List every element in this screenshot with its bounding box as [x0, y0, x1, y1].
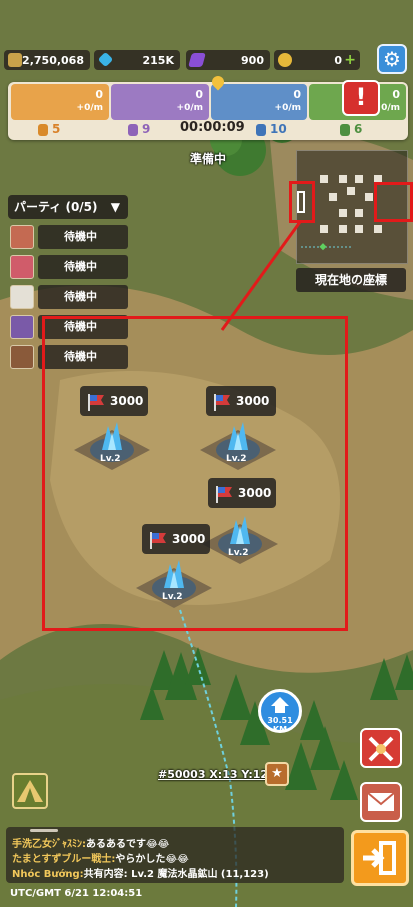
swords-icon [8, 53, 22, 67]
mine-flag-value: 3000 [236, 394, 270, 408]
mine-level: Lv.2 [226, 454, 247, 464]
chat-text: やらかした😂😂 [115, 854, 189, 865]
flag-icon [148, 530, 168, 549]
party-dropdown[interactable]: パーティ (0/5) ▼ [8, 195, 128, 219]
coin-icon [278, 53, 292, 67]
exit-button[interactable] [351, 830, 409, 886]
crystal-mine-icon [74, 422, 150, 470]
crystal-mine-icon [200, 422, 276, 470]
settings-button[interactable]: ⚙ [377, 44, 407, 74]
server-time: UTC/GMT 6/21 12:04:51 [10, 888, 143, 899]
chat-sender: たまとすずブルー戦士: [12, 854, 116, 865]
team-orange: 0 +0/m [11, 84, 109, 120]
team-purple-value: 0 [195, 88, 203, 101]
chat-sender: Nhóc Bướng: [12, 869, 84, 880]
mine-flag-value: 3000 [110, 394, 144, 408]
mine-level: Lv.2 [162, 592, 183, 602]
team-green-value: 0 [392, 88, 400, 101]
team-orange-person-icon [38, 124, 48, 136]
gear-icon: ⚙ [383, 47, 401, 71]
envelope-icon [367, 792, 395, 811]
team-purple-person-icon [128, 124, 138, 136]
chat-message: 手洗乙女ｼﾞｬｽﾐﾝ:あるあるです😂😂 [12, 835, 169, 850]
current-coords-button[interactable]: 現在地の座標 [296, 268, 406, 292]
team-green-person-icon [340, 124, 350, 136]
add-coins-button[interactable]: + [344, 52, 356, 68]
mine-flag-value: 3000 [238, 486, 272, 500]
battle-button[interactable] [360, 728, 402, 768]
member-status: 待機中 [38, 225, 128, 249]
crystals-value: 900 [241, 53, 264, 67]
chat-panel[interactable]: 手洗乙女ｼﾞｬｽﾐﾝ:あるあるです😂😂 たまとすずブルー戦士:やらかした😂😂 N… [6, 827, 344, 883]
team-orange-rate: +0/m [76, 103, 103, 113]
camp-button[interactable] [12, 773, 48, 809]
crystal-mine[interactable]: Lv.2 [72, 412, 152, 476]
crystal-mine-icon [136, 560, 212, 608]
crossed-swords-icon [368, 736, 394, 762]
team-purple: 0 +0/m [111, 84, 209, 120]
avatar [10, 225, 34, 249]
crystal-mine[interactable]: Lv.2 [198, 412, 278, 476]
member-status: 待機中 [38, 255, 128, 279]
mine-flag: 3000 [208, 478, 276, 508]
mine-level: Lv.2 [228, 548, 249, 558]
gem-icon [97, 51, 114, 68]
avatar [10, 345, 34, 369]
team-orange-count: 5 [52, 122, 61, 136]
flag-icon [214, 484, 234, 503]
flag-icon [212, 392, 232, 411]
coins-counter[interactable]: 0 + [274, 50, 360, 70]
home-distance: 30.51 KM [267, 716, 293, 734]
team-blue-rate: +0/m [274, 103, 301, 113]
party-title: パーティ (0/5) [14, 200, 98, 214]
mail-button[interactable] [360, 782, 402, 822]
team-blue-count: 10 [270, 122, 287, 136]
chat-sender: 手洗乙女ｼﾞｬｽﾐﾝ: [12, 839, 86, 850]
crystal-mine[interactable]: Lv.2 [134, 550, 214, 614]
chat-text: あるあるです😂😂 [86, 839, 170, 850]
minimap-view-marker [297, 191, 305, 213]
location-coordinates[interactable]: #50003 X:13 Y:123 [158, 768, 276, 781]
warning-icon: ! [355, 83, 367, 111]
warning-button[interactable]: ! [342, 80, 380, 116]
chat-message: たまとすずブルー戦士:やらかした😂😂 [12, 850, 189, 865]
coins-value: 0 [334, 53, 342, 67]
party-member[interactable]: 待機中 [10, 255, 128, 279]
match-timer: 00:00:09 [180, 120, 245, 135]
avatar [10, 285, 34, 309]
member-status: 待機中 [38, 285, 128, 309]
status-label: 準備中 [190, 152, 227, 166]
team-blue-value: 0 [293, 88, 301, 101]
mine-flag-value: 3000 [172, 532, 206, 546]
flag-icon [86, 392, 106, 411]
crystal-icon [188, 53, 206, 67]
minimap-offscreen-highlight [374, 182, 413, 222]
exit-icon [363, 841, 396, 875]
gems-value: 215K [142, 53, 175, 67]
party-member[interactable]: 待機中 [10, 225, 128, 249]
team-green-count: 6 [354, 122, 363, 136]
chat-handle [30, 829, 58, 832]
gems-counter[interactable]: 215K [94, 50, 180, 70]
avatar [10, 315, 34, 339]
chevron-down-icon: ▼ [110, 200, 120, 214]
team-orange-value: 0 [95, 88, 103, 101]
crystals-counter[interactable]: 900 [186, 50, 270, 70]
team-blue: 0 +0/m [211, 84, 307, 120]
team-blue-person-icon [256, 124, 266, 136]
team-purple-rate: +0/m [176, 103, 203, 113]
star-icon: ★ [271, 766, 283, 781]
avatar [10, 255, 34, 279]
team-purple-count: 9 [142, 122, 151, 136]
mine-level: Lv.2 [100, 454, 121, 464]
tent-icon [17, 780, 43, 802]
power-counter: 102,750,068 [4, 50, 90, 70]
chat-message: Nhóc Bướng:共有内容: Lv.2 魔法水晶鉱山 (11,123) [12, 865, 269, 880]
chat-text: 共有内容: Lv.2 魔法水晶鉱山 (11,123) [83, 869, 269, 880]
party-member[interactable]: 待機中 [10, 285, 128, 309]
bookmark-button[interactable]: ★ [265, 762, 289, 786]
home-icon [271, 697, 289, 713]
home-button[interactable]: 30.51 KM [258, 689, 302, 734]
